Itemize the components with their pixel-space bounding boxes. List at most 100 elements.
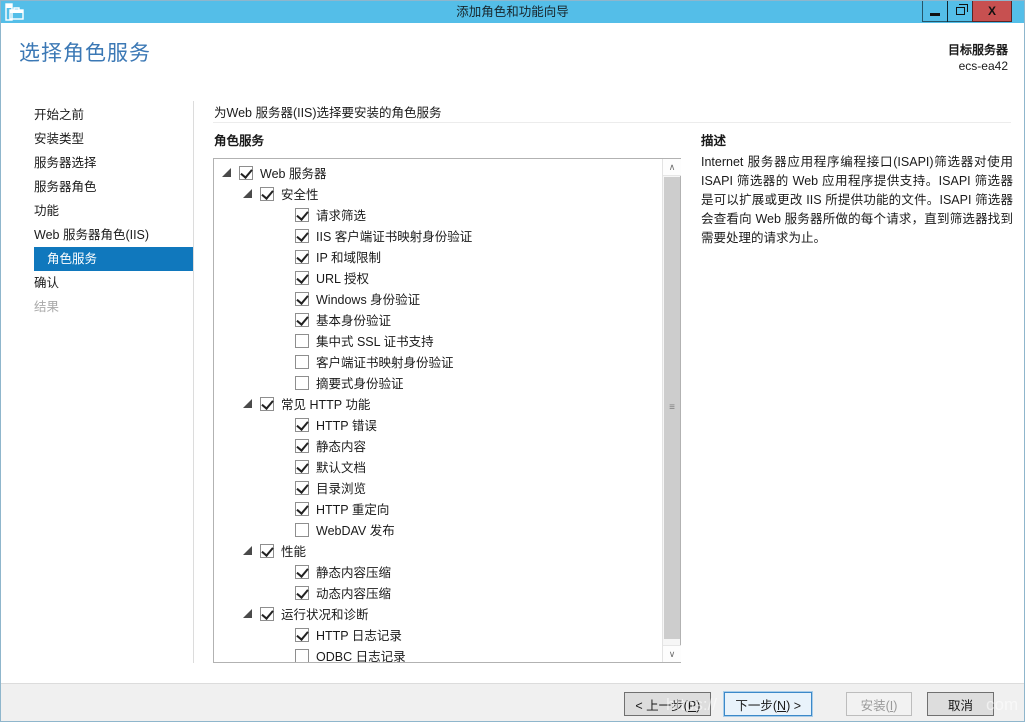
sidebar-item-服务器选择[interactable]: 服务器选择 [1, 151, 193, 175]
minimize-icon [930, 13, 940, 16]
tree-item-checkbox[interactable] [295, 628, 309, 642]
scrollbar-thumb[interactable]: ≡ [664, 177, 680, 639]
tree-item-checkbox[interactable] [295, 481, 309, 495]
minimize-button[interactable] [922, 1, 948, 22]
scroll-down-icon[interactable]: ∨ [663, 645, 681, 662]
tree-item-label: 运行状况和诊断 [281, 604, 369, 623]
tree-item-checkbox[interactable] [295, 313, 309, 327]
footer-button-next[interactable]: 下一步(N) > [724, 692, 812, 716]
tree-item-checkbox[interactable] [295, 418, 309, 432]
tree-item-checkbox[interactable] [295, 208, 309, 222]
tree-item-label: 请求筛选 [316, 205, 366, 224]
tree-item-checkbox[interactable] [295, 292, 309, 306]
sidebar-item-确认[interactable]: 确认 [1, 271, 193, 295]
tree-item[interactable]: IP 和域限制 [214, 246, 661, 267]
tree-item-label: IP 和域限制 [316, 247, 381, 266]
sidebar-item-服务器角色[interactable]: 服务器角色 [1, 175, 193, 199]
tree-item-checkbox[interactable] [295, 586, 309, 600]
tree-item-checkbox[interactable] [295, 376, 309, 390]
sidebar-separator [193, 101, 194, 663]
role-services-label: 角色服务 [214, 130, 264, 149]
tree-item-checkbox[interactable] [295, 565, 309, 579]
tree-item-checkbox[interactable] [295, 439, 309, 453]
sidebar-item-Web 服务器角色(IIS)[interactable]: Web 服务器角色(IIS) [1, 223, 193, 247]
tree-item-checkbox[interactable] [260, 544, 274, 558]
sidebar-item-角色服务[interactable]: 角色服务 [34, 247, 193, 271]
window-title: 添加角色和功能向导 [1, 1, 1024, 23]
tree-item[interactable]: 客户端证书映射身份验证 [214, 351, 661, 372]
expand-arrow-icon[interactable] [243, 546, 252, 555]
tree-item-label: 目录浏览 [316, 478, 366, 497]
description-text: Internet 服务器应用程序编程接口(ISAPI)筛选器对使用 ISAPI … [701, 153, 1013, 248]
tree-item-checkbox[interactable] [295, 271, 309, 285]
tree-item[interactable]: 安全性 [214, 183, 661, 204]
tree-item[interactable]: WebDAV 发布 [214, 519, 661, 540]
tree-item-checkbox[interactable] [295, 523, 309, 537]
tree-item-checkbox[interactable] [295, 355, 309, 369]
tree-item-checkbox[interactable] [239, 166, 253, 180]
expand-arrow-icon[interactable] [243, 189, 252, 198]
tree-item[interactable]: 基本身份验证 [214, 309, 661, 330]
tree-item[interactable]: HTTP 错误 [214, 414, 661, 435]
tree-item[interactable]: 目录浏览 [214, 477, 661, 498]
footer-button-cancel[interactable]: 取消 [927, 692, 994, 716]
tree-item-checkbox[interactable] [260, 397, 274, 411]
tree-item[interactable]: 常见 HTTP 功能 [214, 393, 661, 414]
footer-bar: < 上一步(P)下一步(N) >安装(I)取消 https:// com [1, 683, 1024, 721]
expand-arrow-icon[interactable] [243, 399, 252, 408]
role-services-tree: Web 服务器 安全性 请求筛选 IIS 客户端证书映射身份验证 IP 和域限制… [213, 158, 681, 663]
sidebar-item-功能[interactable]: 功能 [1, 199, 193, 223]
footer-buttons: < 上一步(P)下一步(N) >安装(I)取消 [624, 692, 994, 716]
tree-scrollbar[interactable]: ∧ ≡ ∨ [662, 159, 680, 662]
tree-item-checkbox[interactable] [295, 460, 309, 474]
close-icon: X [988, 4, 996, 18]
wizard-window: 添加角色和功能向导 X 选择角色服务 目标服务器 ecs-ea42 开始之前安装… [0, 0, 1025, 722]
sidebar-item-安装类型[interactable]: 安装类型 [1, 127, 193, 151]
tree-item[interactable]: 运行状况和诊断 [214, 603, 661, 624]
footer-button-prev[interactable]: < 上一步(P) [624, 692, 711, 716]
window-controls: X [923, 1, 1012, 22]
close-button[interactable]: X [972, 1, 1012, 22]
page-subtitle: 为Web 服务器(IIS)选择要安装的角色服务 [214, 102, 442, 121]
tree-item-label: 安全性 [281, 184, 319, 203]
tree-item[interactable]: Windows 身份验证 [214, 288, 661, 309]
tree-item[interactable]: HTTP 日志记录 [214, 624, 661, 645]
tree-item-checkbox[interactable] [260, 607, 274, 621]
tree-item[interactable]: 集中式 SSL 证书支持 [214, 330, 661, 351]
tree-item[interactable]: 摘要式身份验证 [214, 372, 661, 393]
tree-item-label: 性能 [281, 541, 306, 560]
restore-icon [956, 7, 965, 15]
tree-item[interactable]: 动态内容压缩 [214, 582, 661, 603]
tree-item[interactable]: 静态内容压缩 [214, 561, 661, 582]
tree-item[interactable]: HTTP 重定向 [214, 498, 661, 519]
scroll-up-icon[interactable]: ∧ [663, 159, 681, 176]
tree-item-label: HTTP 错误 [316, 415, 377, 434]
expand-arrow-icon[interactable] [222, 168, 231, 177]
tree-item[interactable]: 静态内容 [214, 435, 661, 456]
tree-item-checkbox[interactable] [295, 649, 309, 663]
tree-item[interactable]: 性能 [214, 540, 661, 561]
tree-item[interactable]: IIS 客户端证书映射身份验证 [214, 225, 661, 246]
tree-item-checkbox[interactable] [295, 229, 309, 243]
description-label: 描述 [701, 130, 726, 149]
restore-button[interactable] [947, 1, 973, 22]
subtitle-divider [213, 122, 1011, 123]
tree-item[interactable]: ODBC 日志记录 [214, 645, 661, 662]
tree-item-checkbox[interactable] [295, 502, 309, 516]
tree-item-label: 基本身份验证 [316, 310, 391, 329]
tree-item[interactable]: URL 授权 [214, 267, 661, 288]
tree-item-label: Windows 身份验证 [316, 289, 420, 308]
tree-item-label: ODBC 日志记录 [316, 646, 406, 662]
tree-item-checkbox[interactable] [260, 187, 274, 201]
sidebar-item-开始之前[interactable]: 开始之前 [1, 103, 193, 127]
tree-item[interactable]: 默认文档 [214, 456, 661, 477]
tree-item[interactable]: Web 服务器 [214, 162, 661, 183]
tree-item-label: 集中式 SSL 证书支持 [316, 331, 434, 350]
scrollbar-grip-icon: ≡ [669, 406, 675, 410]
tree-item-label: IIS 客户端证书映射身份验证 [316, 226, 472, 245]
tree-item[interactable]: 请求筛选 [214, 204, 661, 225]
expand-arrow-icon[interactable] [243, 609, 252, 618]
tree-item-label: 动态内容压缩 [316, 583, 391, 602]
tree-item-checkbox[interactable] [295, 334, 309, 348]
tree-item-checkbox[interactable] [295, 250, 309, 264]
